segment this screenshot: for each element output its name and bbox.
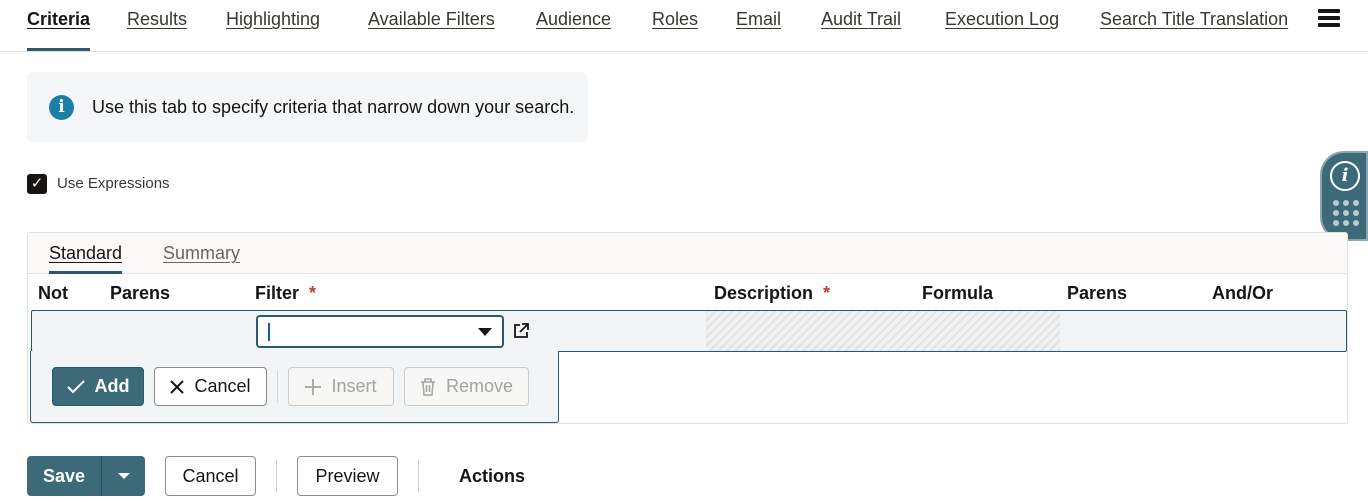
subtab-standard[interactable]: Standard (49, 243, 123, 274)
info-banner: i Use this tab to specify criteria that … (27, 72, 588, 142)
plus-icon (305, 378, 322, 395)
cancel-row-button[interactable]: Cancel (154, 367, 267, 406)
tab-audience[interactable]: Audience (536, 9, 611, 51)
chevron-down-icon[interactable] (478, 328, 492, 336)
row-action-bar: Add Cancel Insert Remove (30, 351, 559, 423)
column-header-parens-close: Parens (1067, 283, 1128, 303)
info-icon: i (49, 95, 74, 120)
use-expressions-label: Use Expressions (57, 175, 170, 192)
hamburger-menu-icon[interactable] (1318, 9, 1340, 31)
subtab-summary[interactable]: Summary (163, 243, 240, 273)
column-header-not: Not (38, 283, 68, 303)
info-banner-text: Use this tab to specify criteria that na… (92, 97, 575, 117)
tab-search-title-translation[interactable]: Search Title Translation (1100, 9, 1288, 51)
tab-email[interactable]: Email (736, 9, 781, 51)
column-header-and-or: And/Or (1212, 283, 1273, 303)
tab-execution-log[interactable]: Execution Log (945, 9, 1059, 51)
criteria-subtabs: Standard Summary (28, 233, 1347, 274)
tab-criteria[interactable]: Criteria (27, 9, 91, 51)
trash-icon (420, 377, 435, 396)
save-button[interactable]: Save (27, 456, 102, 496)
text-cursor (268, 323, 270, 341)
required-mark: * (309, 283, 317, 303)
remove-button[interactable]: Remove (404, 367, 529, 406)
app-grid-icon[interactable] (1333, 200, 1359, 226)
close-icon (170, 379, 185, 394)
criteria-edit-row (31, 310, 1347, 352)
check-icon (66, 379, 85, 393)
insert-button[interactable]: Insert (288, 367, 394, 406)
top-tab-bar: Criteria Results Highlighting Available … (0, 0, 1368, 52)
tab-highlighting[interactable]: Highlighting (226, 9, 320, 51)
description-cell-readonly (706, 311, 1060, 351)
tab-roles[interactable]: Roles (652, 9, 698, 51)
tab-available-filters[interactable]: Available Filters (368, 9, 495, 51)
preview-button[interactable]: Preview (297, 456, 398, 496)
use-expressions-checkbox[interactable]: ✓ (27, 174, 47, 194)
column-header-parens-open: Parens (110, 283, 171, 303)
divider (276, 460, 277, 492)
info-circle-icon[interactable]: i (1330, 161, 1360, 191)
chevron-down-icon (117, 473, 130, 479)
filter-select[interactable] (256, 315, 504, 348)
save-options-dropdown[interactable] (102, 456, 145, 496)
divider (418, 460, 419, 492)
tab-results[interactable]: Results (127, 9, 187, 51)
add-button[interactable]: Add (52, 367, 144, 406)
cancel-button[interactable]: Cancel (165, 456, 256, 496)
column-header-filter: Filter * (255, 283, 317, 303)
tab-audit-trail[interactable]: Audit Trail (821, 9, 901, 51)
actions-menu[interactable]: Actions (459, 466, 525, 487)
help-widget: i (1320, 151, 1368, 241)
column-header-description: Description * (714, 283, 831, 303)
divider (277, 371, 278, 403)
open-external-icon[interactable] (511, 321, 531, 341)
required-mark: * (823, 283, 831, 303)
column-header-formula: Formula (922, 283, 994, 303)
save-split-button: Save (27, 456, 145, 496)
criteria-panel: Standard Summary Not Parens Filter * Desc… (27, 232, 1348, 424)
